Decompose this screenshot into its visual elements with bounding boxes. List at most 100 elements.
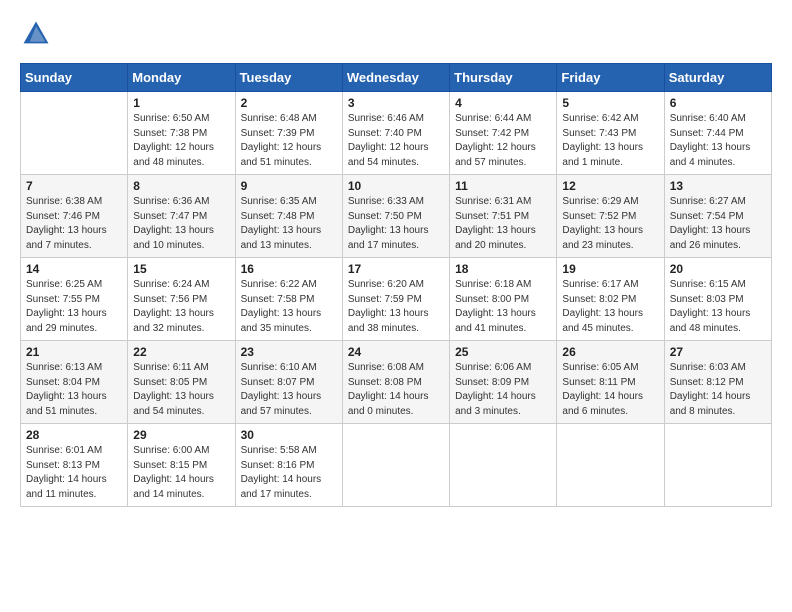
weekday-header: Thursday [450,64,557,92]
day-number: 22 [133,345,229,359]
day-number: 17 [348,262,444,276]
calendar-cell: 27 Sunrise: 6:03 AMSunset: 8:12 PMDayligh… [664,341,771,424]
calendar-table: SundayMondayTuesdayWednesdayThursdayFrid… [20,63,772,507]
day-number: 24 [348,345,444,359]
day-number: 4 [455,96,551,110]
calendar-cell: 1 Sunrise: 6:50 AMSunset: 7:38 PMDaylight… [128,92,235,175]
day-number: 20 [670,262,766,276]
calendar-cell: 4 Sunrise: 6:44 AMSunset: 7:42 PMDaylight… [450,92,557,175]
calendar-cell: 14 Sunrise: 6:25 AMSunset: 7:55 PMDayligh… [21,258,128,341]
day-number: 12 [562,179,658,193]
day-info: Sunrise: 6:27 AMSunset: 7:54 PMDaylight:… [670,195,766,253]
day-number: 3 [348,96,444,110]
calendar-cell: 28 Sunrise: 6:01 AMSunset: 8:13 PMDayligh… [21,424,128,507]
day-info: Sunrise: 6:33 AMSunset: 7:50 PMDaylight:… [348,195,444,253]
day-number: 6 [670,96,766,110]
calendar-cell: 11 Sunrise: 6:31 AMSunset: 7:51 PMDayligh… [450,175,557,258]
day-info: Sunrise: 6:20 AMSunset: 7:59 PMDaylight:… [348,278,444,336]
calendar-cell: 7 Sunrise: 6:38 AMSunset: 7:46 PMDaylight… [21,175,128,258]
day-info: Sunrise: 6:31 AMSunset: 7:51 PMDaylight:… [455,195,551,253]
day-number: 13 [670,179,766,193]
day-number: 15 [133,262,229,276]
calendar-week-row: 7 Sunrise: 6:38 AMSunset: 7:46 PMDaylight… [21,175,772,258]
day-info: Sunrise: 6:29 AMSunset: 7:52 PMDaylight:… [562,195,658,253]
calendar-cell: 17 Sunrise: 6:20 AMSunset: 7:59 PMDayligh… [342,258,449,341]
calendar-cell: 2Sunrise: 6:48 AMSunset: 7:39 PMDaylight… [235,92,342,175]
calendar-cell [21,92,128,175]
calendar-cell: 10 Sunrise: 6:33 AMSunset: 7:50 PMDayligh… [342,175,449,258]
day-number: 21 [26,345,122,359]
day-info: Sunrise: 6:15 AMSunset: 8:03 PMDaylight:… [670,278,766,336]
calendar-cell: 22 Sunrise: 6:11 AMSunset: 8:05 PMDayligh… [128,341,235,424]
day-info: Sunrise: 6:05 AMSunset: 8:11 PMDaylight:… [562,361,658,419]
calendar-week-row: 21 Sunrise: 6:13 AMSunset: 8:04 PMDayligh… [21,341,772,424]
day-info: Sunrise: 6:42 AMSunset: 7:43 PMDaylight:… [562,112,658,170]
day-info: Sunrise: 6:22 AMSunset: 7:58 PMDaylight:… [241,278,337,336]
day-number: 27 [670,345,766,359]
day-number: 10 [348,179,444,193]
day-number: 28 [26,428,122,442]
day-info: Sunrise: 6:38 AMSunset: 7:46 PMDaylight:… [26,195,122,253]
calendar-cell: 26 Sunrise: 6:05 AMSunset: 8:11 PMDayligh… [557,341,664,424]
day-info: Sunrise: 6:44 AMSunset: 7:42 PMDaylight:… [455,112,551,170]
day-info: Sunrise: 6:06 AMSunset: 8:09 PMDaylight:… [455,361,551,419]
calendar-cell: 29 Sunrise: 6:00 AMSunset: 8:15 PMDayligh… [128,424,235,507]
day-number: 25 [455,345,551,359]
day-number: 29 [133,428,229,442]
day-info: Sunrise: 6:01 AMSunset: 8:13 PMDaylight:… [26,444,122,502]
weekday-header: Sunday [21,64,128,92]
calendar-cell: 13 Sunrise: 6:27 AMSunset: 7:54 PMDayligh… [664,175,771,258]
calendar-cell: 21 Sunrise: 6:13 AMSunset: 8:04 PMDayligh… [21,341,128,424]
weekday-header: Friday [557,64,664,92]
day-info: Sunrise: 6:35 AMSunset: 7:48 PMDaylight:… [241,195,337,253]
day-info: Sunrise: 6:11 AMSunset: 8:05 PMDaylight:… [133,361,229,419]
day-info: Sunrise: 6:00 AMSunset: 8:15 PMDaylight:… [133,444,229,502]
day-number: 23 [241,345,337,359]
logo [20,20,54,53]
calendar-cell: 15 Sunrise: 6:24 AMSunset: 7:56 PMDayligh… [128,258,235,341]
day-info: Sunrise: 6:46 AMSunset: 7:40 PMDaylight:… [348,112,444,170]
day-number: 19 [562,262,658,276]
calendar-cell [450,424,557,507]
day-info: Sunrise: 6:24 AMSunset: 7:56 PMDaylight:… [133,278,229,336]
day-number: 9 [241,179,337,193]
calendar-cell: 9 Sunrise: 6:35 AMSunset: 7:48 PMDaylight… [235,175,342,258]
day-info: Sunrise: 6:13 AMSunset: 8:04 PMDaylight:… [26,361,122,419]
day-number: 5 [562,96,658,110]
weekday-header: Wednesday [342,64,449,92]
header [20,20,772,53]
day-number: 1 [133,96,229,110]
calendar-cell: 23 Sunrise: 6:10 AMSunset: 8:07 PMDayligh… [235,341,342,424]
calendar-cell: 24 Sunrise: 6:08 AMSunset: 8:08 PMDayligh… [342,341,449,424]
calendar-cell: 8 Sunrise: 6:36 AMSunset: 7:47 PMDaylight… [128,175,235,258]
calendar-cell [557,424,664,507]
calendar-week-row: 1 Sunrise: 6:50 AMSunset: 7:38 PMDaylight… [21,92,772,175]
day-info: Sunrise: 6:50 AMSunset: 7:38 PMDaylight:… [133,112,229,170]
calendar-cell: 16 Sunrise: 6:22 AMSunset: 7:58 PMDayligh… [235,258,342,341]
day-info: Sunrise: 6:36 AMSunset: 7:47 PMDaylight:… [133,195,229,253]
day-number: 16 [241,262,337,276]
calendar-cell [342,424,449,507]
calendar-cell: 5 Sunrise: 6:42 AMSunset: 7:43 PMDaylight… [557,92,664,175]
calendar-cell: 12 Sunrise: 6:29 AMSunset: 7:52 PMDayligh… [557,175,664,258]
calendar-cell: 19Sunrise: 6:17 AMSunset: 8:02 PMDayligh… [557,258,664,341]
day-number: 30 [241,428,337,442]
day-number: 18 [455,262,551,276]
day-info: Sunrise: 6:08 AMSunset: 8:08 PMDaylight:… [348,361,444,419]
weekday-header: Tuesday [235,64,342,92]
day-number: 7 [26,179,122,193]
day-number: 14 [26,262,122,276]
calendar-cell: 18Sunrise: 6:18 AMSunset: 8:00 PMDayligh… [450,258,557,341]
day-info: Sunrise: 6:25 AMSunset: 7:55 PMDaylight:… [26,278,122,336]
day-number: 8 [133,179,229,193]
day-number: 11 [455,179,551,193]
day-info: Sunrise: 5:58 AMSunset: 8:16 PMDaylight:… [241,444,337,502]
calendar-week-row: 28 Sunrise: 6:01 AMSunset: 8:13 PMDayligh… [21,424,772,507]
calendar-cell [664,424,771,507]
day-info: Sunrise: 6:03 AMSunset: 8:12 PMDaylight:… [670,361,766,419]
calendar-cell: 3 Sunrise: 6:46 AMSunset: 7:40 PMDaylight… [342,92,449,175]
day-info: Sunrise: 6:10 AMSunset: 8:07 PMDaylight:… [241,361,337,419]
calendar-cell: 20 Sunrise: 6:15 AMSunset: 8:03 PMDayligh… [664,258,771,341]
calendar-week-row: 14 Sunrise: 6:25 AMSunset: 7:55 PMDayligh… [21,258,772,341]
day-number: 26 [562,345,658,359]
